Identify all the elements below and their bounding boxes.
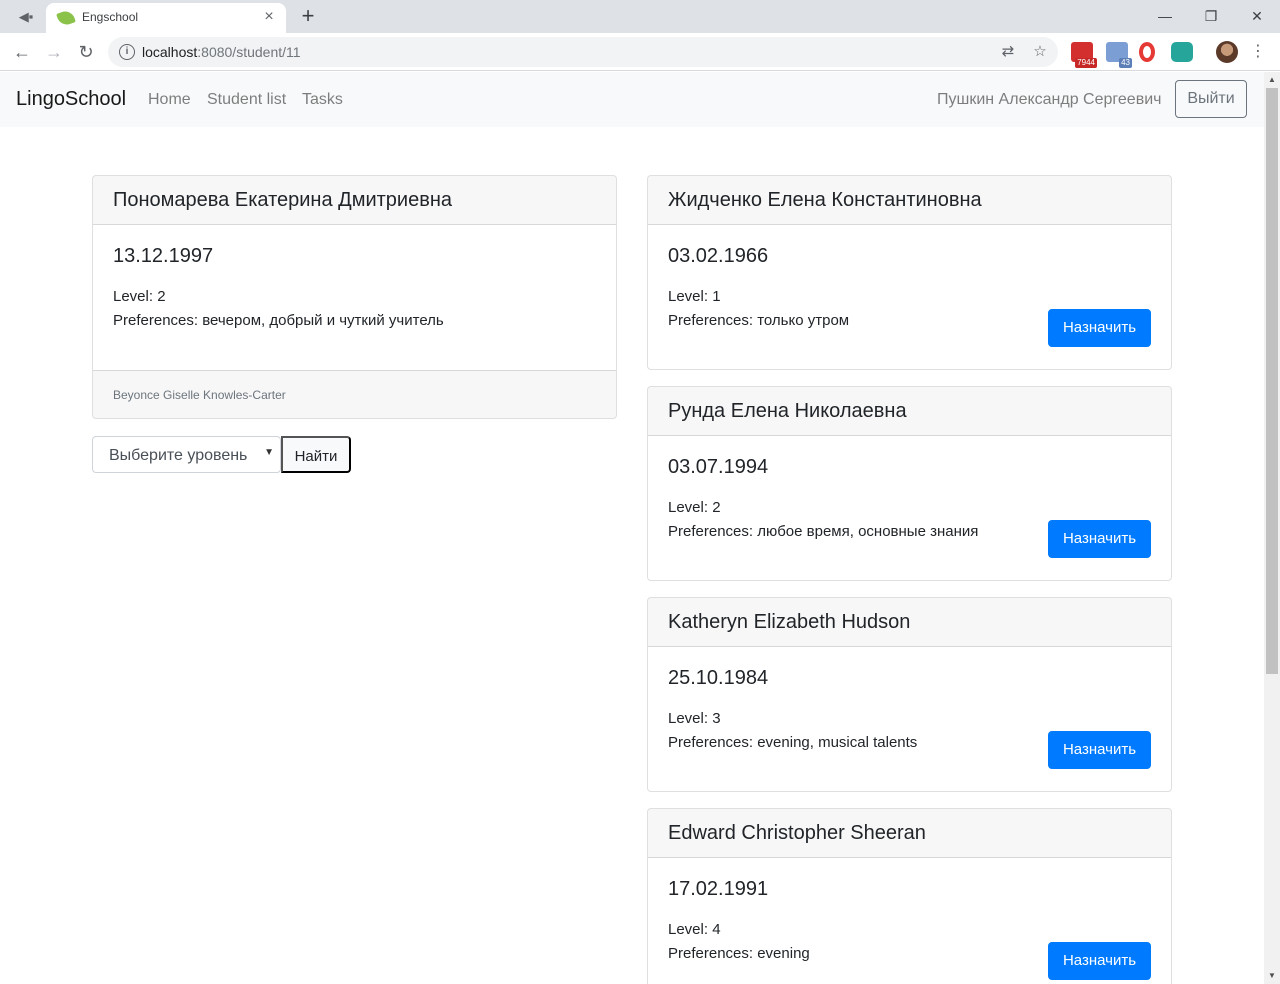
url-text[interactable]: localhost:8080/student/11 xyxy=(142,44,301,60)
teacher-birth-date: 17.02.1991 xyxy=(668,878,769,900)
teacher-name: Edward Christopher Sheeran xyxy=(648,809,1171,858)
teacher-card-body: 03.02.1966 Level: 1 Preferences: только … xyxy=(648,225,1171,369)
map-extension-icon[interactable] xyxy=(1171,42,1193,62)
teacher-card-body: 17.02.1991 Level: 4 Preferences: evening… xyxy=(648,858,1171,984)
teacher-name: Жидченко Елена Константиновна xyxy=(648,176,1171,225)
page-content: LingoSchool Home Student list Tasks Пушк… xyxy=(0,72,1264,984)
current-user-name: Пушкин Александр Сергеевич xyxy=(937,91,1162,108)
browser-tab-bar: ◀▪ Engschool × + — ❐ ✕ xyxy=(0,0,1280,33)
close-window-icon[interactable]: ✕ xyxy=(1234,2,1280,30)
teacher-level: Level: 1 xyxy=(668,288,721,305)
nav-home[interactable]: Home xyxy=(148,91,191,109)
teacher-card-body: 25.10.1984 Level: 3 Preferences: evening… xyxy=(648,647,1171,791)
new-tab-icon[interactable]: + xyxy=(296,5,320,29)
level-select-value: Выберите уровень xyxy=(109,447,248,464)
student-preferences: Preferences: вечером, добрый и чуткий уч… xyxy=(113,312,444,329)
assign-button[interactable]: Назначить xyxy=(1048,942,1151,980)
teacher-card-body: 03.07.1994 Level: 2 Preferences: любое в… xyxy=(648,436,1171,580)
minimize-icon[interactable]: — xyxy=(1142,2,1188,30)
brand-logo[interactable]: LingoSchool xyxy=(16,88,126,111)
assign-button[interactable]: Назначить xyxy=(1048,520,1151,558)
student-name: Пономарева Екатерина Дмитриевна xyxy=(93,176,616,225)
teacher-birth-date: 03.07.1994 xyxy=(668,456,769,478)
level-select[interactable]: Выберите уровень ▼ xyxy=(92,436,281,473)
translate-icon[interactable]: ⇄ xyxy=(998,43,1018,61)
teacher-name: Рунда Елена Николаевна xyxy=(648,387,1171,436)
forward-icon[interactable]: → xyxy=(42,41,66,63)
teacher-card: Edward Christopher Sheeran 17.02.1991 Le… xyxy=(647,808,1172,984)
opera-extension-icon[interactable] xyxy=(1139,42,1155,62)
site-navbar: LingoSchool Home Student list Tasks Пушк… xyxy=(0,72,1264,127)
nav-student-list[interactable]: Student list xyxy=(207,91,286,109)
teacher-name: Katheryn Elizabeth Hudson xyxy=(648,598,1171,647)
restore-icon[interactable]: ❐ xyxy=(1188,2,1234,30)
teacher-card: Рунда Елена Николаевна 03.07.1994 Level:… xyxy=(647,386,1172,581)
profile-avatar[interactable] xyxy=(1216,41,1238,63)
reload-icon[interactable]: ↻ xyxy=(74,41,98,63)
scroll-down-icon[interactable]: ▼ xyxy=(1264,968,1280,984)
student-teacher: Beyonce Giselle Knowles-Carter xyxy=(93,370,616,418)
leaf-favicon-icon xyxy=(56,8,76,28)
student-card: Пономарева Екатерина Дмитриевна 13.12.19… xyxy=(92,175,617,419)
assign-button[interactable]: Назначить xyxy=(1048,309,1151,347)
chevron-down-icon: ▼ xyxy=(264,447,274,458)
url-host: localhost xyxy=(142,44,198,60)
scroll-thumb[interactable] xyxy=(1266,88,1278,674)
teacher-birth-date: 03.02.1966 xyxy=(668,245,769,267)
page-scrollbar[interactable]: ▲ ▼ xyxy=(1264,72,1280,984)
logout-button[interactable]: Выйти xyxy=(1175,80,1247,118)
student-birth-date: 13.12.1997 xyxy=(113,245,214,267)
student-level: Level: 2 xyxy=(113,288,166,305)
teacher-birth-date: 25.10.1984 xyxy=(668,667,769,689)
tab-title: Engschool xyxy=(82,10,139,24)
browser-toolbar: ← → ↻ i localhost:8080/student/11 ⇄ ☆ 79… xyxy=(0,33,1280,71)
url-path: :8080/student/11 xyxy=(197,44,301,60)
messages-extension-icon[interactable]: 43 xyxy=(1106,42,1132,68)
student-card-body: 13.12.1997 Level: 2 Preferences: вечером… xyxy=(93,225,616,370)
find-button[interactable]: Найти xyxy=(281,436,351,473)
bookmark-star-icon[interactable]: ☆ xyxy=(1030,43,1050,61)
scroll-up-icon[interactable]: ▲ xyxy=(1264,72,1280,88)
info-icon[interactable]: i xyxy=(119,44,135,60)
teacher-level: Level: 4 xyxy=(668,921,721,938)
browser-menu-icon[interactable]: ⋮ xyxy=(1248,41,1268,63)
mail-badge: 7944 xyxy=(1075,58,1097,68)
teacher-level: Level: 2 xyxy=(668,499,721,516)
teacher-level: Level: 3 xyxy=(668,710,721,727)
assign-button[interactable]: Назначить xyxy=(1048,731,1151,769)
browser-tab[interactable]: Engschool × xyxy=(46,3,286,33)
mail-extension-icon[interactable]: 7944 xyxy=(1071,42,1097,68)
close-tab-icon[interactable]: × xyxy=(260,8,278,26)
audio-icon[interactable]: ◀▪ xyxy=(14,8,38,26)
messages-badge: 43 xyxy=(1119,58,1132,68)
back-icon[interactable]: ← xyxy=(10,41,34,63)
teacher-card: Жидченко Елена Константиновна 03.02.1966… xyxy=(647,175,1172,370)
address-bar[interactable]: i localhost:8080/student/11 ⇄ ☆ xyxy=(108,37,1058,67)
teacher-card: Katheryn Elizabeth Hudson 25.10.1984 Lev… xyxy=(647,597,1172,792)
nav-tasks[interactable]: Tasks xyxy=(302,91,343,109)
